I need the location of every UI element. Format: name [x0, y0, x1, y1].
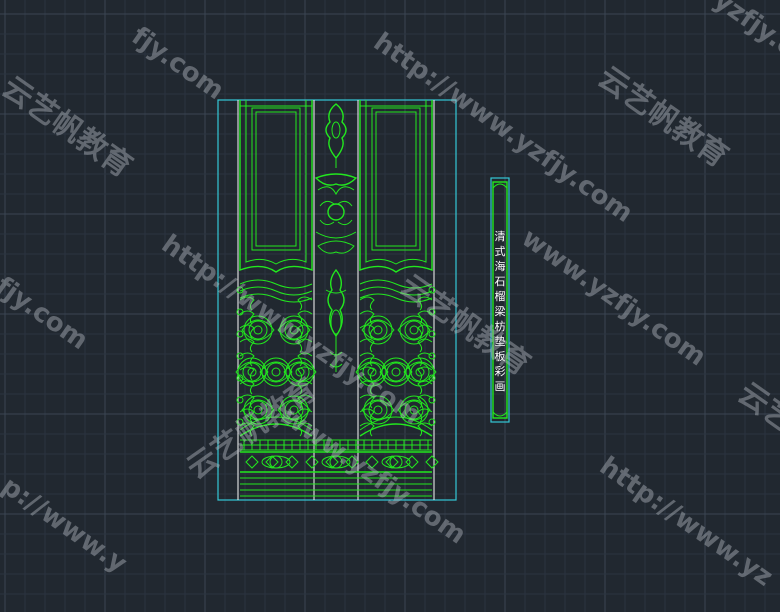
watermark-brand: 云艺帆教育: [731, 376, 780, 491]
title-strip: 清式海石榴梁枋垫板彩画: [490, 177, 510, 423]
watermark-url: http://www.yzfjy.com: [368, 27, 638, 229]
watermark-url: p://www.y: [0, 471, 132, 579]
right-upper-panel: [359, 100, 433, 273]
watermark-brand: 云艺帆教育: [591, 60, 734, 175]
center-column-ornament: [314, 103, 358, 372]
watermark-url: http://www.yz: [594, 451, 778, 592]
cad-canvas[interactable]: 清式海石榴梁枋垫板彩画 fjy.com http://www.yzfjy.com…: [0, 0, 780, 612]
left-upper-panel: [239, 100, 313, 273]
watermark-brand: 云艺帆教育: [0, 70, 138, 185]
watermark-url: yzfjy.com: [708, 0, 780, 88]
